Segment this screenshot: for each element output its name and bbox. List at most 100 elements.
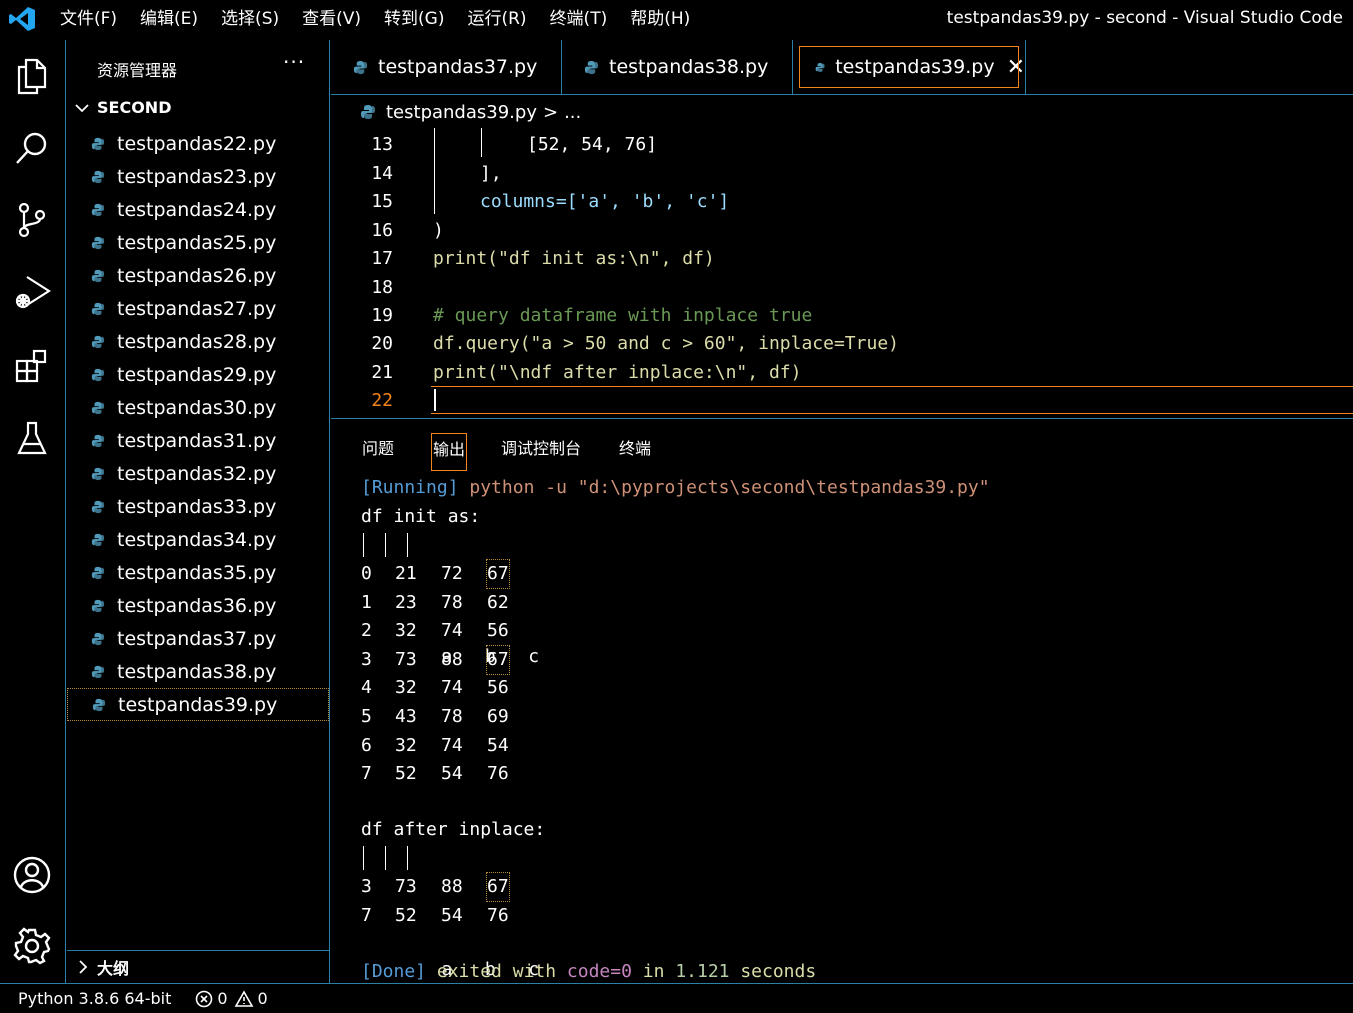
error-count: 0 [217,989,228,1008]
menu-help[interactable]: 帮助(H) [630,0,701,38]
menu-terminal[interactable]: 终端(T) [550,0,619,38]
table-row: 3 73 88 67 [361,872,561,902]
menu-file[interactable]: 文件(F) [60,0,128,38]
code-line: df.query("a > 50 and c > 60", inplace=Tr… [433,333,899,354]
line-number: 13 [371,134,393,155]
file-item[interactable]: testpandas33.py [67,490,329,523]
table-cell: 54 [487,734,509,756]
title-bar: 文件(F) 编辑(E) 选择(S) 查看(V) 转到(G) 运行(R) 终端(T… [0,0,1353,38]
tab-testpandas37[interactable]: testpandas37.py [331,40,562,94]
file-item[interactable]: testpandas31.py [67,424,329,457]
breadcrumb-symbols[interactable]: ... [564,102,581,123]
code-line: columns=['a', 'b', 'c'] [480,191,730,212]
file-item[interactable]: testpandas34.py [67,523,329,556]
tab-problems[interactable]: 问题 [362,433,394,471]
python-file-icon [91,368,105,381]
table-cell: 54 [441,904,463,926]
done-line: [Done] exited with code=0 in 1.121 secon… [361,961,817,982]
table-cell: 78 [441,706,463,727]
error-icon [196,990,213,1007]
file-item[interactable]: testpandas23.py [67,160,329,193]
tab-debug-console[interactable]: 调试控制台 [501,433,581,471]
line-number: 21 [371,362,393,383]
code-line: ) [433,220,444,241]
code-editor[interactable]: 13 [52, 54, 76] 14], 15 columns=['a', 'b',… [331,128,1353,418]
tab-terminal[interactable]: 终端 [619,433,651,471]
source-control-icon[interactable] [12,200,52,240]
table-cell: 78 [441,591,463,613]
table-cell: 52 [395,763,417,785]
warning-icon [234,989,253,1007]
menu-go[interactable]: 转到(G) [384,0,455,38]
row-index: 0 [361,563,372,584]
file-item[interactable]: testpandas25.py [67,226,329,259]
table-row: 6 32 74 54 [361,732,561,760]
explorer-icon[interactable] [12,56,52,96]
file-item[interactable]: testpandas29.py [67,358,329,391]
row-index: 2 [361,620,372,642]
file-item[interactable]: testpandas36.py [67,589,329,622]
run-debug-icon[interactable] [12,272,52,312]
table-cell: 52 [395,904,417,926]
running-command: python -u "d:\pyprojects\second\testpand… [458,477,990,498]
python-interpreter[interactable]: Python 3.8.6 64-bit [18,989,171,1008]
explorer-sidebar: 资源管理器 ··· SECOND testpandas22.py testpand… [67,40,330,983]
running-tag: [Running] [361,477,459,498]
code-line: print("\ndf after inplace:\n", df) [433,362,802,383]
account-icon[interactable] [12,855,52,895]
file-item[interactable]: testpandas38.py [67,655,329,688]
file-item[interactable]: testpandas30.py [67,391,329,424]
file-item[interactable]: testpandas28.py [67,325,329,358]
table-cell: 32 [395,734,417,756]
file-item[interactable]: testpandas22.py [67,127,329,160]
file-item[interactable]: testpandas37.py [67,622,329,655]
table-row: 4 32 74 56 [361,674,561,702]
python-file-icon [91,665,105,678]
outline-section[interactable]: 大纲 [67,950,329,983]
python-file-icon [91,170,105,183]
breadcrumb-file[interactable]: testpandas39.py [386,102,537,123]
more-actions-icon[interactable]: ··· [283,50,305,74]
table-row: 0 21 72 67 [361,559,561,589]
file-item[interactable]: testpandas39.py [67,688,329,721]
tab-output[interactable]: 输出 [431,433,468,471]
bottom-panel: 问题 输出 调试控制台 终端 [Running] python -u "d:\p… [331,418,1353,983]
vscode-logo-icon [9,7,35,31]
extensions-icon[interactable] [12,346,52,386]
tab-testpandas39[interactable]: testpandas39.py ✕ [793,40,1026,94]
file-item[interactable]: testpandas32.py [67,457,329,490]
table-cell: 69 [487,706,509,727]
menu-view[interactable]: 查看(V) [302,0,372,38]
warning-count: 0 [257,989,268,1008]
folder-header[interactable]: SECOND [73,98,171,117]
active-tab-focus [799,46,1019,88]
testing-icon[interactable] [12,418,52,458]
python-file-icon [91,269,105,282]
settings-gear-icon[interactable] [12,926,52,966]
table-row: 5 43 78 69 [361,703,561,731]
status-bar: Python 3.8.6 64-bit 0 0 [0,983,1353,1013]
menu-selection[interactable]: 选择(S) [221,0,290,38]
file-name: testpandas32.py [117,462,277,485]
file-name: testpandas39.py [118,693,278,716]
menu-run[interactable]: 运行(R) [467,0,537,38]
table-cell: 23 [395,591,417,613]
editor-tabs: testpandas37.py testpandas38.py testpand… [331,40,1353,95]
python-file-icon [91,203,105,216]
file-item[interactable]: testpandas24.py [67,193,329,226]
python-file-icon [91,500,105,513]
tab-testpandas38[interactable]: testpandas38.py [562,40,793,94]
problems-summary[interactable]: 0 0 [195,989,268,1008]
file-name: testpandas26.py [117,264,277,287]
line-number: 16 [371,220,393,241]
file-item[interactable]: testpandas27.py [67,292,329,325]
table-cell: 67 [486,872,510,902]
line-number: 22 [371,390,393,411]
line-number: 14 [371,163,393,184]
search-icon[interactable] [12,128,52,168]
file-item[interactable]: testpandas26.py [67,259,329,292]
file-item[interactable]: testpandas35.py [67,556,329,589]
code-line: [52, 54, 76] [527,134,658,155]
menu-edit[interactable]: 编辑(E) [140,0,209,38]
table-cell: 73 [395,876,417,897]
